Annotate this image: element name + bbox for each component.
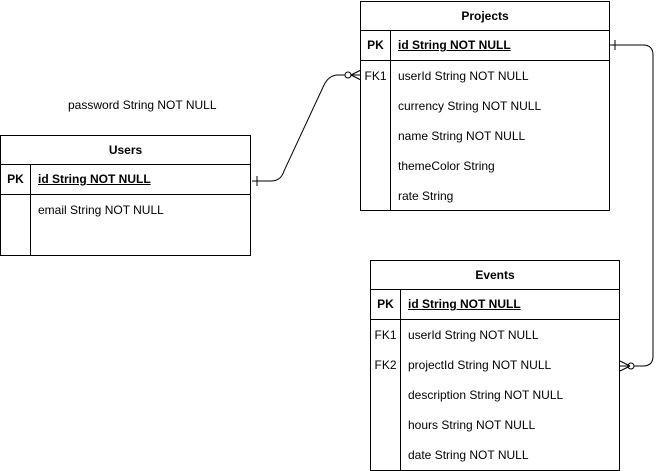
row-field xyxy=(31,225,250,255)
row-key xyxy=(361,91,390,121)
entity-projects[interactable]: Projects PK id String NOT NULL FK1 userI… xyxy=(360,1,610,211)
row-key: FK1 xyxy=(364,69,387,83)
row-key xyxy=(361,151,390,181)
row-field: userId String NOT NULL xyxy=(398,69,529,83)
row-key xyxy=(361,181,390,211)
row-field: email String NOT NULL xyxy=(38,203,164,217)
row-field: themeColor String xyxy=(398,159,495,173)
pk-row: PK id String NOT NULL xyxy=(1,165,250,195)
row-field: date String NOT NULL xyxy=(408,448,529,462)
row-key: FK2 xyxy=(374,358,397,372)
row-field: userId String NOT NULL xyxy=(408,328,539,342)
pk-key-label: PK xyxy=(1,165,31,194)
entity-title: Users xyxy=(1,136,250,165)
row-field: projectId String NOT NULL xyxy=(408,358,552,372)
row-field: hours String NOT NULL xyxy=(408,418,536,432)
row-field: currency String NOT NULL xyxy=(398,99,542,113)
row-key: FK1 xyxy=(374,328,397,342)
entity-events[interactable]: Events PK id String NOT NULL FK1 FK2 use… xyxy=(370,260,620,471)
pk-key-label: PK xyxy=(361,31,391,60)
row-key xyxy=(371,380,400,410)
pk-field: id String NOT NULL xyxy=(408,297,521,311)
row-key xyxy=(1,225,30,255)
pk-row: PK id String NOT NULL xyxy=(361,31,609,61)
row-key xyxy=(371,440,400,470)
pk-field: id String NOT NULL xyxy=(38,172,151,186)
row-field: description String NOT NULL xyxy=(408,388,564,402)
row-key xyxy=(1,195,30,225)
row-key xyxy=(371,410,400,440)
pk-field: id String NOT NULL xyxy=(398,38,511,52)
pk-key-label: PK xyxy=(371,290,401,319)
entity-title: Events xyxy=(371,261,619,290)
row-field: rate String xyxy=(398,189,454,203)
pk-row: PK id String NOT NULL xyxy=(371,290,619,320)
entity-users[interactable]: Users PK id String NOT NULL email String… xyxy=(0,135,251,256)
users-projects-connector xyxy=(252,74,361,182)
row-key xyxy=(361,121,390,151)
row-field: name String NOT NULL xyxy=(398,129,526,143)
entity-title: Projects xyxy=(361,2,609,31)
projects-zero-marker xyxy=(344,71,352,79)
